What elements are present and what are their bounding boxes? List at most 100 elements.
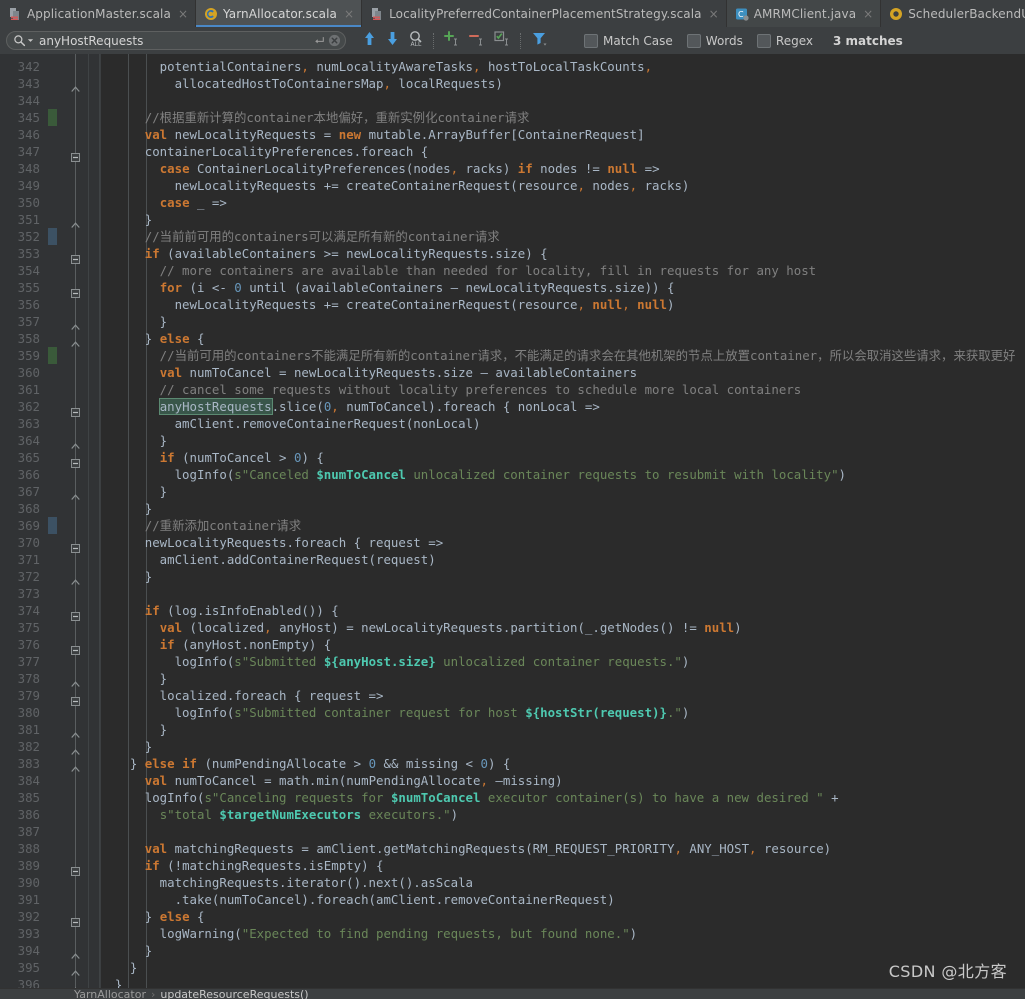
match-case-option[interactable]: Match Case [584, 33, 673, 48]
regex-checkbox[interactable] [756, 33, 771, 48]
editor-tab-3[interactable]: LocalityPreferredContainerPlacementStrat… [362, 0, 727, 27]
breadcrumb-class[interactable]: YarnAllocator [74, 989, 146, 999]
code-line[interactable]: //重新添加container请求 [100, 517, 301, 534]
code-line[interactable]: val newLocalityRequests = new mutable.Ar… [100, 126, 645, 143]
code-fold-marker[interactable] [71, 215, 80, 228]
code-fold-marker[interactable] [71, 946, 80, 959]
code-line[interactable]: logWarning("Expected to find pending req… [100, 925, 637, 942]
code-line[interactable]: if (availableContainers >= newLocalityRe… [100, 245, 548, 262]
breadcrumb-method[interactable]: updateResourceRequests() [160, 989, 308, 999]
editor-tab-5[interactable]: SchedulerBackendUtils.scala× [881, 0, 1025, 27]
code-fold-marker[interactable] [71, 147, 80, 162]
add-selection-icon[interactable] [444, 30, 461, 51]
code-line[interactable]: val numToCancel = newLocalityRequests.si… [100, 364, 637, 381]
code-line[interactable]: val (localized, anyHost) = newLocalityRe… [100, 619, 742, 636]
code-line[interactable]: } else { [100, 330, 205, 347]
code-line[interactable]: } else { [100, 908, 205, 925]
code-line[interactable]: allocatedHostToContainersMap, localReque… [100, 75, 503, 92]
vcs-change-marker[interactable] [48, 109, 57, 126]
code-line[interactable]: anyHostRequests.slice(0, numToCancel).fo… [100, 398, 600, 415]
code-line[interactable]: if (log.isInfoEnabled()) { [100, 602, 339, 619]
code-line[interactable]: s"total $targetNumExecutors executors.") [100, 806, 458, 823]
remove-selection-icon[interactable] [469, 30, 486, 51]
code-line[interactable]: logInfo(s"Canceled $numToCancel unlocali… [100, 466, 846, 483]
code-fold-marker[interactable] [71, 283, 80, 298]
code-line[interactable]: amClient.removeContainerRequest(nonLocal… [100, 415, 481, 432]
select-all-occurrences-icon[interactable] [494, 30, 511, 51]
code-fold-marker[interactable] [71, 453, 80, 468]
close-icon[interactable]: × [863, 8, 873, 20]
code-line[interactable]: // cancel some requests without locality… [100, 381, 802, 398]
code-line[interactable]: val numToCancel = math.min(numPendingAll… [100, 772, 563, 789]
code-fold-marker[interactable] [71, 691, 80, 706]
code-fold-marker[interactable] [71, 980, 80, 988]
code-fold-marker[interactable] [71, 759, 80, 772]
find-previous-button[interactable] [362, 30, 377, 51]
code-line[interactable]: //当前可用的containers不能满足所有新的container请求，不能满… [100, 347, 1016, 364]
match-case-checkbox[interactable] [584, 33, 598, 48]
code-line[interactable]: // more containers are available than ne… [100, 262, 816, 279]
code-line[interactable]: for (i <- 0 until (availableContainers –… [100, 279, 675, 296]
code-line[interactable]: .take(numToCancel).foreach(amClient.remo… [100, 891, 615, 908]
editor-tab-4[interactable]: C AMRMClient.java × [726, 0, 882, 27]
code-line[interactable]: } [100, 483, 167, 500]
code-editor[interactable]: 342 potentialContainers, numLocalityAwar… [0, 54, 1025, 988]
close-icon[interactable]: × [709, 8, 719, 20]
code-fold-marker[interactable] [71, 742, 80, 755]
code-line[interactable]: } else if (numPendingAllocate > 0 && mis… [100, 755, 511, 772]
enter-return-icon[interactable] [313, 35, 325, 46]
code-line[interactable]: case _ => [100, 194, 227, 211]
regex-option[interactable]: Regex [756, 33, 813, 48]
vcs-change-marker[interactable] [48, 228, 57, 245]
code-line[interactable]: } [100, 976, 122, 988]
code-fold-marker[interactable] [71, 725, 80, 738]
code-line[interactable]: amClient.addContainerRequest(request) [100, 551, 436, 568]
code-line[interactable]: if (!matchingRequests.isEmpty) { [100, 857, 384, 874]
code-line[interactable]: if (numToCancel > 0) { [100, 449, 324, 466]
code-fold-marker[interactable] [71, 538, 80, 553]
code-fold-marker[interactable] [71, 436, 80, 449]
code-line[interactable]: matchingRequests.iterator().next().asSca… [100, 874, 473, 891]
code-fold-marker[interactable] [71, 402, 80, 417]
code-line[interactable]: localized.foreach { request => [100, 687, 384, 704]
find-next-button[interactable] [385, 30, 400, 51]
code-line[interactable]: logInfo(s"Submitted container request fo… [100, 704, 690, 721]
code-fold-marker[interactable] [71, 640, 80, 655]
code-fold-marker[interactable] [71, 606, 80, 621]
code-line[interactable]: newLocalityRequests += createContainerRe… [100, 177, 690, 194]
breadcrumb[interactable]: YarnAllocator › updateResourceRequests() [0, 988, 1025, 999]
words-checkbox[interactable] [686, 33, 701, 48]
code-fold-marker[interactable] [71, 249, 80, 264]
code-line[interactable]: logInfo(s"Submitted ${anyHost.size} unlo… [100, 653, 690, 670]
words-option[interactable]: Words [686, 33, 743, 48]
code-fold-marker[interactable] [71, 79, 80, 92]
code-line[interactable]: //当前前可用的containers可以满足所有新的container请求 [100, 228, 500, 245]
code-line[interactable]: case ContainerLocalityPreferences(nodes,… [100, 160, 660, 177]
code-line[interactable]: } [100, 500, 152, 517]
chevron-down-icon[interactable] [27, 37, 34, 44]
code-line[interactable]: potentialContainers, numLocalityAwareTas… [100, 58, 652, 75]
code-fold-marker[interactable] [71, 963, 80, 976]
code-line[interactable]: if (anyHost.nonEmpty) { [100, 636, 332, 653]
code-line[interactable]: } [100, 432, 167, 449]
vcs-change-marker[interactable] [48, 517, 57, 534]
clear-circle-icon[interactable] [328, 34, 341, 47]
code-fold-marker[interactable] [71, 487, 80, 500]
code-line[interactable]: logInfo(s"Canceling requests for $numToC… [100, 789, 839, 806]
filter-funnel-icon[interactable] [531, 30, 548, 51]
code-line[interactable]: } [100, 313, 167, 330]
code-line[interactable]: } [100, 959, 137, 976]
code-line[interactable]: } [100, 211, 152, 228]
editor-tab-1[interactable]: ApplicationMaster.scala × [0, 0, 196, 27]
code-line[interactable]: } [100, 568, 152, 585]
code-line[interactable]: } [100, 738, 152, 755]
code-line[interactable]: } [100, 721, 167, 738]
code-line[interactable]: } [100, 942, 152, 959]
code-line[interactable]: val matchingRequests = amClient.getMatch… [100, 840, 831, 857]
search-input[interactable]: anyHostRequests [6, 31, 346, 50]
search-match-highlight[interactable]: anyHostRequests [159, 399, 272, 414]
code-fold-marker[interactable] [71, 334, 80, 347]
code-fold-marker[interactable] [71, 572, 80, 585]
editor-tab-2[interactable]: YarnAllocator.scala × [196, 0, 363, 27]
code-fold-marker[interactable] [71, 674, 80, 687]
